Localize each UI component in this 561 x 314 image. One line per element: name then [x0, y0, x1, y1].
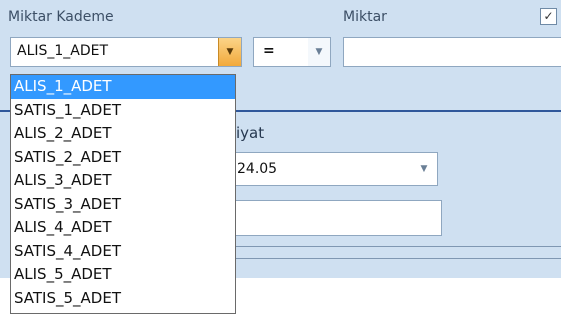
- grid-divider-top: [236, 246, 561, 247]
- dropdown-item[interactable]: SATIS_1_ADET: [11, 99, 235, 123]
- enable-checkbox[interactable]: ✓: [540, 8, 557, 25]
- fiyat-input[interactable]: [220, 200, 442, 236]
- fiyat-value: 24.05: [237, 161, 278, 177]
- dropdown-item[interactable]: ALIS_2_ADET: [11, 122, 235, 146]
- dropdown-item[interactable]: ALIS_4_ADET: [11, 216, 235, 240]
- operator-value: =: [263, 43, 275, 59]
- check-icon: ✓: [543, 9, 554, 23]
- dropdown-item[interactable]: SATIS_3_ADET: [11, 193, 235, 217]
- miktar-kademe-dropdown-button[interactable]: ▼: [218, 38, 241, 66]
- miktar-kademe-label: Miktar Kademe: [8, 9, 114, 25]
- dropdown-item[interactable]: ALIS_5_ADET: [11, 263, 235, 287]
- chevron-down-icon: ▼: [420, 164, 428, 174]
- chevron-down-icon: ▼: [226, 47, 234, 57]
- fiyat-combo[interactable]: 24.05 ▼: [220, 152, 438, 186]
- operator-combo[interactable]: = ▼: [253, 37, 331, 67]
- dropdown-item[interactable]: SATIS_2_ADET: [11, 146, 235, 170]
- miktar-kademe-value: ALIS_1_ADET: [17, 43, 109, 59]
- operator-dropdown-button[interactable]: ▼: [308, 38, 330, 66]
- grid-divider-bottom: [236, 258, 561, 259]
- dropdown-item[interactable]: SATIS_4_ADET: [11, 240, 235, 264]
- miktar-input[interactable]: [343, 37, 561, 67]
- dropdown-item[interactable]: ALIS_1_ADET: [11, 75, 235, 99]
- fiyat-label: iyat: [236, 124, 265, 142]
- dropdown-item[interactable]: ALIS_3_ADET: [11, 169, 235, 193]
- miktar-label: Miktar: [343, 9, 387, 25]
- fiyat-dropdown-button[interactable]: ▼: [411, 153, 437, 185]
- dropdown-item[interactable]: SATIS_5_ADET: [11, 287, 235, 311]
- miktar-kademe-dropdown-list[interactable]: ALIS_1_ADET SATIS_1_ADET ALIS_2_ADET SAT…: [10, 74, 236, 314]
- miktar-kademe-combo[interactable]: ALIS_1_ADET ▼: [10, 37, 242, 67]
- chevron-down-icon: ▼: [315, 47, 323, 57]
